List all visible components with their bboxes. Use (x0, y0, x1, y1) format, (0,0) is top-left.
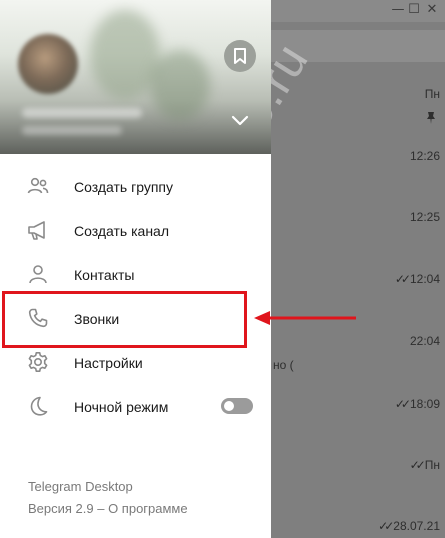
app-name: Telegram Desktop (28, 479, 133, 494)
chat-time[interactable]: 22:04 (410, 334, 440, 348)
group-icon (27, 177, 49, 194)
chat-time[interactable]: ✓✓ Пн (410, 458, 440, 472)
arrow-left-icon (254, 311, 356, 325)
double-check-icon: ✓✓ (394, 272, 411, 286)
menu-item-label: Создать группу (74, 179, 173, 195)
chat-time[interactable]: ✓✓ 28.07.21 (378, 519, 440, 533)
chat-time-label: Пн (424, 87, 440, 101)
chat-time[interactable]: ✓✓ 12:04 (395, 272, 440, 286)
menu-item-label: Настройки (74, 355, 143, 371)
avatar[interactable] (18, 34, 78, 94)
chat-time-label: 12:04 (409, 272, 440, 286)
search-input[interactable] (271, 30, 445, 62)
double-check-icon: ✓✓ (394, 397, 411, 411)
close-button[interactable]: ✕ (423, 2, 441, 18)
menu-item-label: Контакты (74, 267, 135, 283)
moon-icon (30, 396, 48, 416)
profile-phone (22, 126, 122, 135)
menu-item-label: Ночной режим (74, 399, 169, 415)
night-mode-toggle[interactable] (221, 398, 253, 414)
profile-name (22, 108, 142, 118)
menu-item-new-group[interactable]: Создать группу (0, 164, 271, 208)
chat-time-label: 18:09 (409, 397, 440, 411)
message-preview: но ( (273, 358, 294, 372)
double-check-icon: ✓✓ (378, 519, 394, 533)
person-icon (29, 265, 47, 284)
menu-item-contacts[interactable]: Контакты (0, 252, 271, 296)
chat-time-label: 28.07.21 (393, 519, 440, 533)
saved-messages-button[interactable] (224, 40, 256, 72)
menu-item-night-mode[interactable]: Ночной режим (0, 384, 271, 428)
highlight-box (2, 291, 247, 348)
chat-time[interactable]: ✓✓ 18:09 (395, 397, 440, 411)
side-drawer: Создать группу Создать канал Контакты Зв… (0, 0, 271, 538)
megaphone-icon (28, 221, 45, 240)
chat-time[interactable]: Пн (425, 87, 440, 101)
bookmark-icon (234, 48, 246, 64)
chat-time-label: Пн (424, 458, 440, 472)
menu-item-new-channel[interactable]: Создать канал (0, 208, 271, 252)
chat-time[interactable]: 12:25 (410, 210, 440, 224)
gear-icon (28, 352, 48, 372)
background-image (150, 50, 210, 120)
maximize-button[interactable]: ☐ (405, 2, 423, 18)
double-check-icon: ✓✓ (409, 458, 426, 472)
title-bar: — ☐ ✕ (271, 0, 445, 22)
chevron-down-icon[interactable] (229, 112, 251, 130)
profile-header (0, 0, 271, 154)
pin-icon (427, 112, 435, 124)
chat-time[interactable]: 12:26 (410, 149, 440, 163)
menu-item-label: Создать канал (74, 223, 169, 239)
chat-time-label: 12:26 (409, 149, 440, 163)
version-link[interactable]: Версия 2.9 – О программе (28, 501, 188, 516)
toggle-knob (222, 399, 236, 413)
chat-time-label: 12:25 (409, 210, 440, 224)
chat-time-label: 22:04 (409, 334, 440, 348)
